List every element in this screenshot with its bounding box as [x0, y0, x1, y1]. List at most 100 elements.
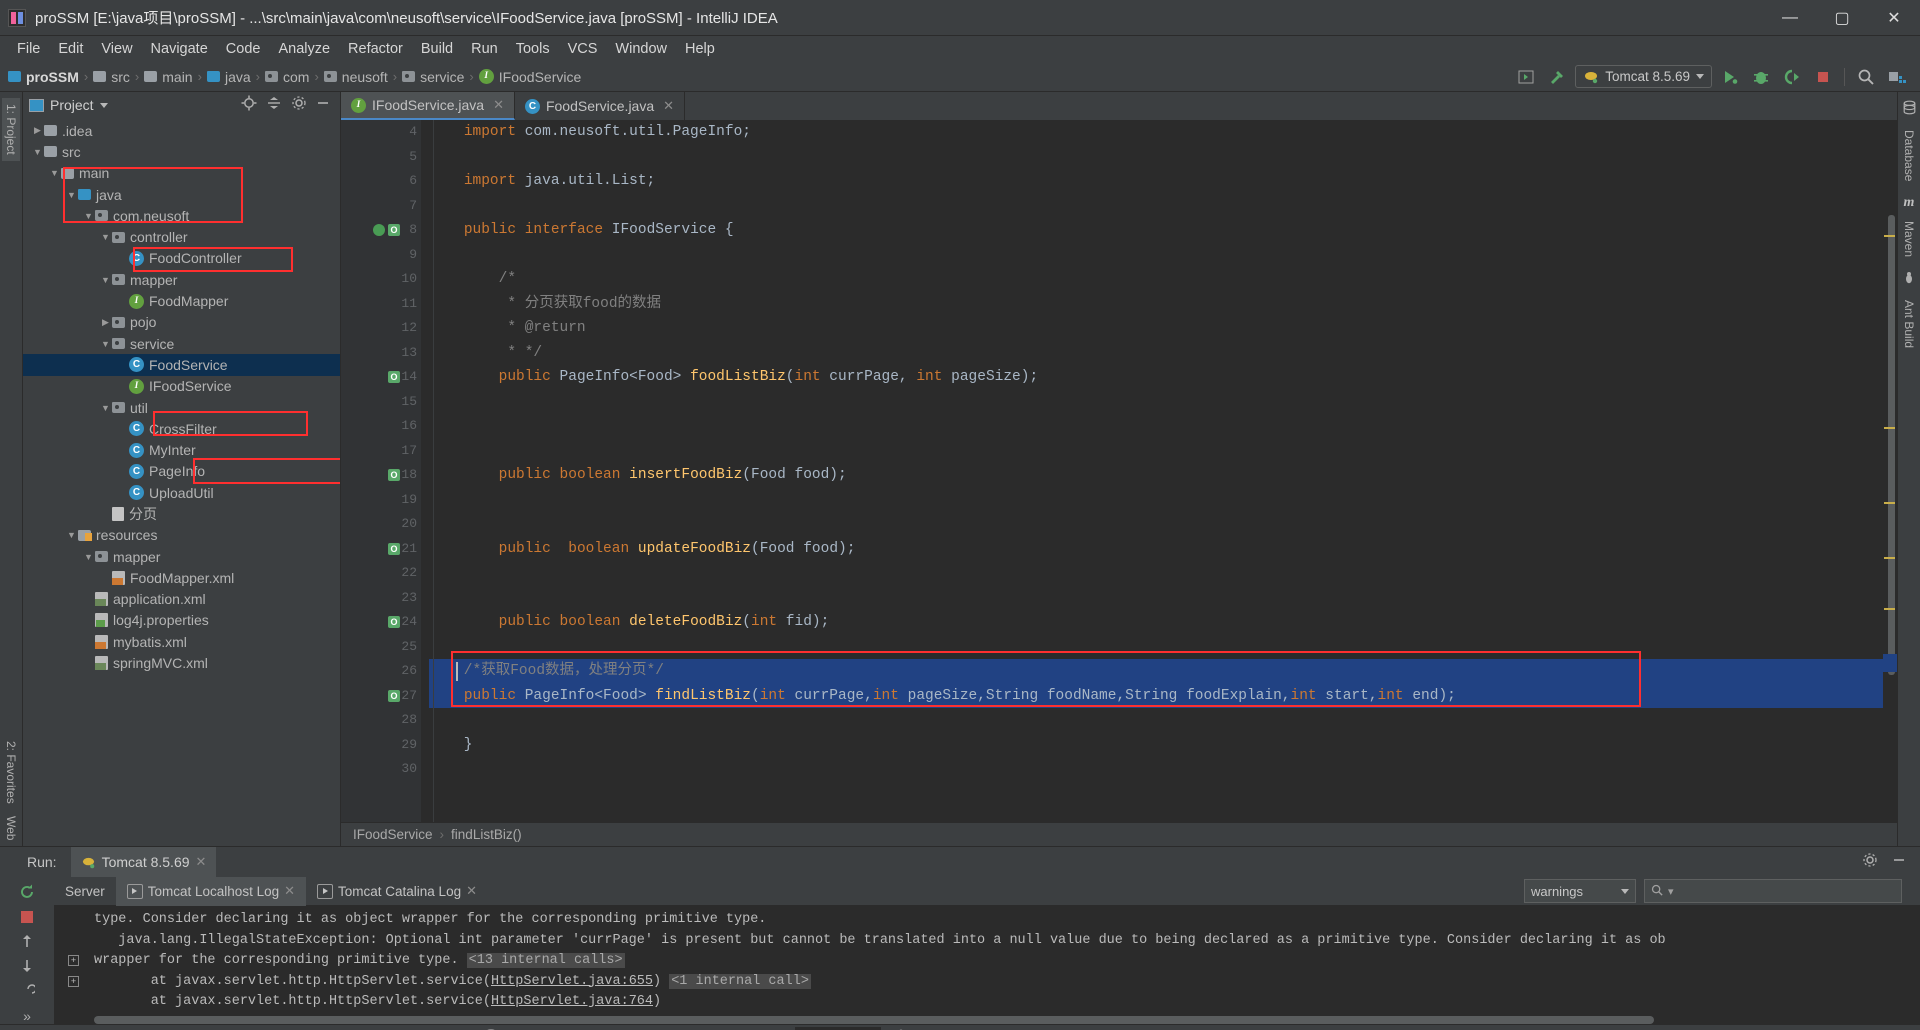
code-line[interactable]: /*获取Food数据，处理分页*/	[429, 659, 1883, 684]
crumb-src[interactable]: src	[111, 69, 130, 85]
chevron-down-icon[interactable]: ▼	[65, 190, 78, 200]
breadcrumb-class[interactable]: IFoodService	[353, 827, 433, 842]
editor-scrollbar-thumb[interactable]	[1888, 215, 1895, 675]
soft-wrap-icon[interactable]	[17, 983, 37, 999]
sidebar-item-web[interactable]: Web	[2, 810, 20, 846]
close-icon[interactable]: ✕	[284, 883, 295, 899]
tree-item-uploadutil[interactable]: C UploadUtil	[23, 482, 340, 503]
menu-item-build[interactable]: Build	[412, 39, 462, 59]
gutter-implementation-marker[interactable]: O	[388, 542, 400, 555]
gutter-implementation-marker[interactable]: O	[388, 469, 400, 481]
gutter-bean-marker[interactable]	[373, 224, 385, 236]
code-line[interactable]	[429, 194, 1883, 219]
open-preview-icon[interactable]	[1513, 65, 1539, 89]
tree-item-log4j-properties[interactable]: log4j.properties	[23, 610, 340, 631]
tree-item-springmvc-xml[interactable]: springMVC.xml	[23, 652, 340, 673]
code-line[interactable]: import java.util.List;	[429, 169, 1883, 194]
tree-item-pageinfo[interactable]: C PageInfo	[23, 461, 340, 482]
scroll-down-icon[interactable]	[17, 958, 37, 974]
hide-run-panel-icon[interactable]	[1892, 853, 1906, 872]
error-stripe-mark[interactable]	[1884, 557, 1895, 559]
menu-item-edit[interactable]: Edit	[49, 39, 92, 59]
chevron-down-icon[interactable]: ▼	[82, 552, 95, 562]
crumb-module[interactable]: proSSM	[26, 69, 79, 85]
sidebar-item-database[interactable]: Database	[1900, 124, 1918, 187]
tree-item-resources[interactable]: ▼ resources	[23, 525, 340, 546]
code-line[interactable]: public interface IFoodService {	[429, 218, 1883, 243]
run-button[interactable]	[1717, 65, 1743, 89]
code-line[interactable]	[429, 439, 1883, 464]
console-horizontal-scrollbar[interactable]	[94, 1016, 1654, 1024]
more-icon[interactable]: »	[17, 1008, 37, 1024]
console-output[interactable]: type. Consider declaring it as object wr…	[54, 906, 1920, 1024]
sidebar-item-ant-build[interactable]: Ant Build	[1900, 294, 1918, 354]
gutter-implementation-marker[interactable]: O	[388, 689, 400, 702]
close-icon[interactable]: ✕	[196, 854, 207, 870]
tree-item-application-xml[interactable]: application.xml	[23, 589, 340, 610]
tab-tomcat-catalina-log[interactable]: Tomcat Catalina Log ✕	[306, 877, 488, 906]
debug-button[interactable]	[1748, 65, 1774, 89]
locate-file-icon[interactable]	[241, 95, 257, 116]
chevron-down-icon[interactable]: ▼	[65, 530, 78, 540]
gear-icon[interactable]	[291, 95, 307, 116]
tree-item-mybatis-xml[interactable]: mybatis.xml	[23, 631, 340, 652]
chevron-down-icon[interactable]	[99, 102, 108, 108]
run-configuration-selector[interactable]: Tomcat 8.5.69	[1575, 65, 1712, 88]
code-line[interactable]: * 分页获取food的数据	[429, 292, 1883, 317]
tree-item-foodcontroller[interactable]: C FoodController	[23, 248, 340, 269]
chevron-down-icon[interactable]: ▼	[99, 403, 112, 413]
collapse-all-icon[interactable]	[266, 95, 282, 116]
crumb-main[interactable]: main	[162, 69, 192, 85]
tree-item-foodservice[interactable]: C FoodService	[23, 354, 340, 376]
gutter-implementation-marker[interactable]: O	[388, 224, 400, 236]
tree-item-controller[interactable]: ▼ controller	[23, 226, 340, 247]
code-line[interactable]	[429, 243, 1883, 268]
fold-toggle[interactable]: +	[68, 975, 79, 987]
code-line[interactable]	[429, 488, 1883, 513]
tool-button-terminal[interactable]: Terminal	[112, 1027, 209, 1030]
menu-item-tools[interactable]: Tools	[507, 39, 559, 59]
gutter-implementation-marker[interactable]: O	[388, 616, 400, 628]
tool-button-java-enterprise[interactable]: Java Enterprise	[209, 1026, 349, 1030]
tree-item-pojo[interactable]: ▶ pojo	[23, 312, 340, 333]
tool-button-spring[interactable]: Spring	[27, 1026, 112, 1030]
tree-item-main[interactable]: ▼ main	[23, 163, 340, 184]
code-line[interactable]: public PageInfo<Food> findListBiz(int cu…	[429, 683, 1883, 708]
tab-ifoodservice-java[interactable]: I IFoodService.java ✕	[341, 92, 515, 120]
breadcrumb-method[interactable]: findListBiz()	[451, 827, 522, 842]
rerun-icon[interactable]	[17, 883, 37, 901]
code-content[interactable]: import com.neusoft.util.PageInfo; import…	[421, 120, 1883, 822]
chevron-down-icon[interactable]: ▼	[48, 168, 61, 178]
tree-item-mapper[interactable]: ▼ mapper	[23, 546, 340, 567]
tree-item-src[interactable]: ▼ src	[23, 141, 340, 162]
menu-item-help[interactable]: Help	[676, 39, 724, 59]
tab-server[interactable]: Server	[54, 877, 116, 906]
crumb-service[interactable]: service	[420, 69, 464, 85]
tree-item-mapper[interactable]: ▼ mapper	[23, 269, 340, 290]
scroll-up-icon[interactable]	[17, 933, 37, 949]
chevron-down-icon[interactable]: ▼	[99, 232, 112, 242]
run-settings-gear-icon[interactable]	[1862, 852, 1878, 873]
error-stripe-mark[interactable]	[1884, 427, 1895, 429]
project-structure-icon[interactable]	[1884, 65, 1910, 89]
code-line[interactable]: public boolean updateFoodBiz(Food food);	[429, 537, 1883, 562]
crumb-neusoft[interactable]: neusoft	[342, 69, 388, 85]
build-hammer-icon[interactable]	[1544, 65, 1570, 89]
project-tree[interactable]: ▶ .idea ▼ src ▼ main ▼ java ▼ com.neusoft ▼ control…	[23, 118, 340, 846]
tree-item-foodmapper-xml[interactable]: FoodMapper.xml	[23, 567, 340, 588]
tool-button-debug[interactable]: 5: Debug	[881, 1026, 982, 1030]
minimize-button[interactable]: —	[1764, 0, 1816, 36]
error-stripe-mark[interactable]	[1884, 608, 1895, 610]
tree-item-util[interactable]: ▼ util	[23, 397, 340, 418]
code-line[interactable]	[429, 145, 1883, 170]
crumb-java[interactable]: java	[225, 69, 251, 85]
chevron-right-icon[interactable]: ▶	[31, 125, 44, 136]
run-with-coverage-button[interactable]	[1779, 65, 1805, 89]
close-icon[interactable]: ✕	[466, 883, 477, 899]
code-line[interactable]	[429, 757, 1883, 782]
tree-item-[interactable]: 分页	[23, 503, 340, 524]
error-stripe-mark[interactable]	[1884, 502, 1895, 504]
tree-item-java[interactable]: ▼ java	[23, 184, 340, 205]
chevron-down-icon[interactable]: ▼	[99, 339, 112, 349]
hide-panel-icon[interactable]	[316, 96, 330, 115]
